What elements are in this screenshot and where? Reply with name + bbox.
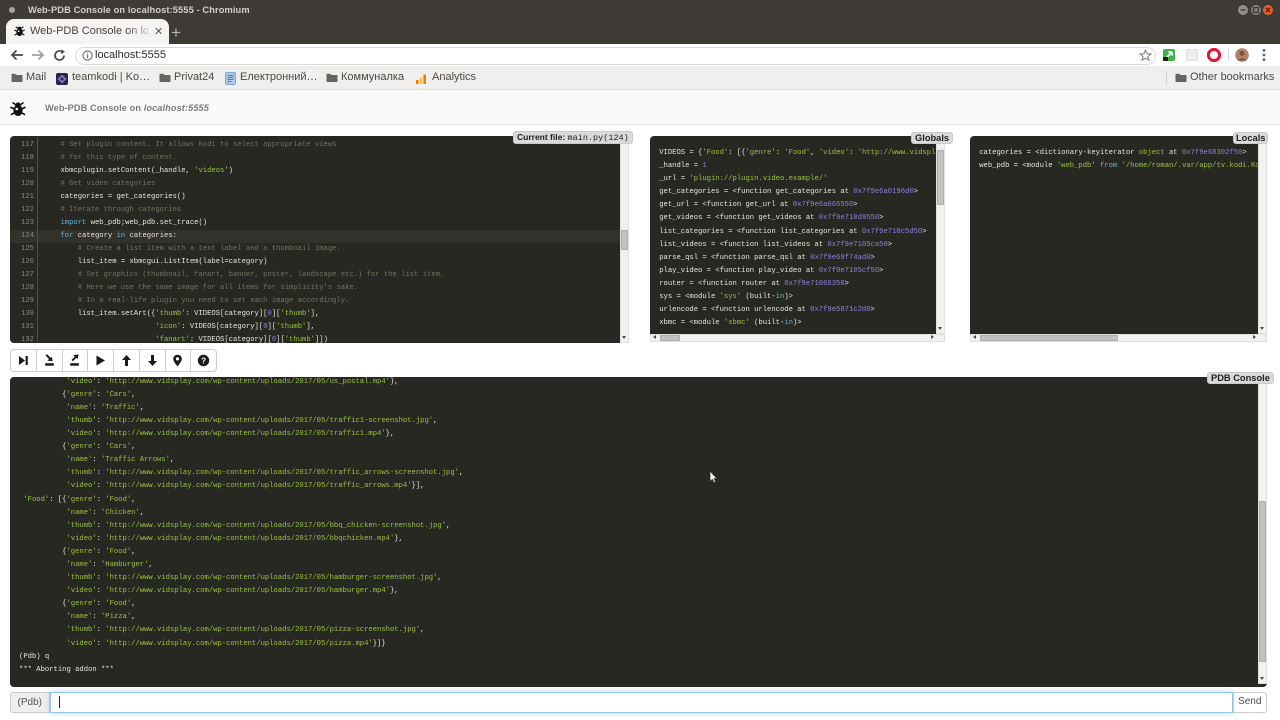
svg-text:?: ? (201, 355, 206, 365)
